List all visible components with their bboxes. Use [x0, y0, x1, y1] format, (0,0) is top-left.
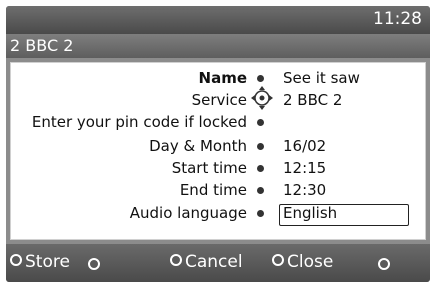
row-value: English — [283, 204, 338, 222]
row-value: 16/02 — [283, 137, 327, 155]
blue-key-icon — [272, 254, 284, 266]
row-label: Name — [198, 69, 247, 87]
key-icon[interactable] — [378, 258, 390, 270]
dpad-icon — [251, 86, 273, 110]
bullet-icon — [257, 119, 264, 126]
close-button[interactable]: Close — [272, 252, 333, 272]
row-label: Enter your pin code if locked — [31, 113, 247, 131]
red-key-icon — [10, 254, 22, 266]
row-value: 2 BBC 2 — [283, 91, 343, 109]
row-label: Day & Month — [149, 137, 247, 155]
form-row-start-time[interactable]: Start time 12:15 — [11, 159, 425, 179]
bullet-icon — [257, 210, 264, 217]
row-label: End time — [179, 181, 247, 199]
form-row-pin[interactable]: Enter your pin code if locked — [11, 113, 425, 133]
row-value: 12:15 — [283, 159, 327, 177]
row-value: 12:30 — [283, 181, 327, 199]
channel-title: 2 BBC 2 — [10, 36, 74, 55]
cancel-button[interactable]: Cancel — [170, 252, 243, 272]
row-value: See it saw — [283, 69, 360, 87]
form-row-end-time[interactable]: End time 12:30 — [11, 181, 425, 201]
clock: 11:28 — [373, 9, 422, 29]
close-label: Close — [287, 252, 334, 272]
yellow-key-icon — [170, 254, 182, 266]
row-label: Start time — [171, 159, 247, 177]
row-label: Audio language — [129, 204, 247, 222]
tv-screen: 11:28 2 BBC 2 Name See it saw Service 2 … — [6, 6, 430, 282]
timer-form-panel: Name See it saw Service 2 BBC 2 Enter yo… — [10, 62, 426, 240]
bullet-icon — [257, 75, 264, 82]
top-bar: 11:28 — [6, 6, 430, 34]
row-label: Service — [191, 91, 247, 109]
footer-bar: Store Cancel Close — [6, 244, 430, 282]
form-row-audio-language[interactable]: Audio language English — [11, 204, 425, 224]
bullet-icon — [257, 187, 264, 194]
bullet-icon — [257, 165, 264, 172]
cancel-label: Cancel — [185, 252, 243, 272]
form-row-day-month[interactable]: Day & Month 16/02 — [11, 137, 425, 157]
form-row-service[interactable]: Service 2 BBC 2 — [11, 91, 425, 111]
form-row-name[interactable]: Name See it saw — [11, 69, 425, 89]
store-button[interactable]: Store — [10, 252, 70, 272]
bullet-icon — [257, 143, 264, 150]
title-bar: 2 BBC 2 — [6, 34, 430, 58]
store-label: Store — [25, 252, 70, 272]
key-icon[interactable] — [88, 258, 100, 270]
